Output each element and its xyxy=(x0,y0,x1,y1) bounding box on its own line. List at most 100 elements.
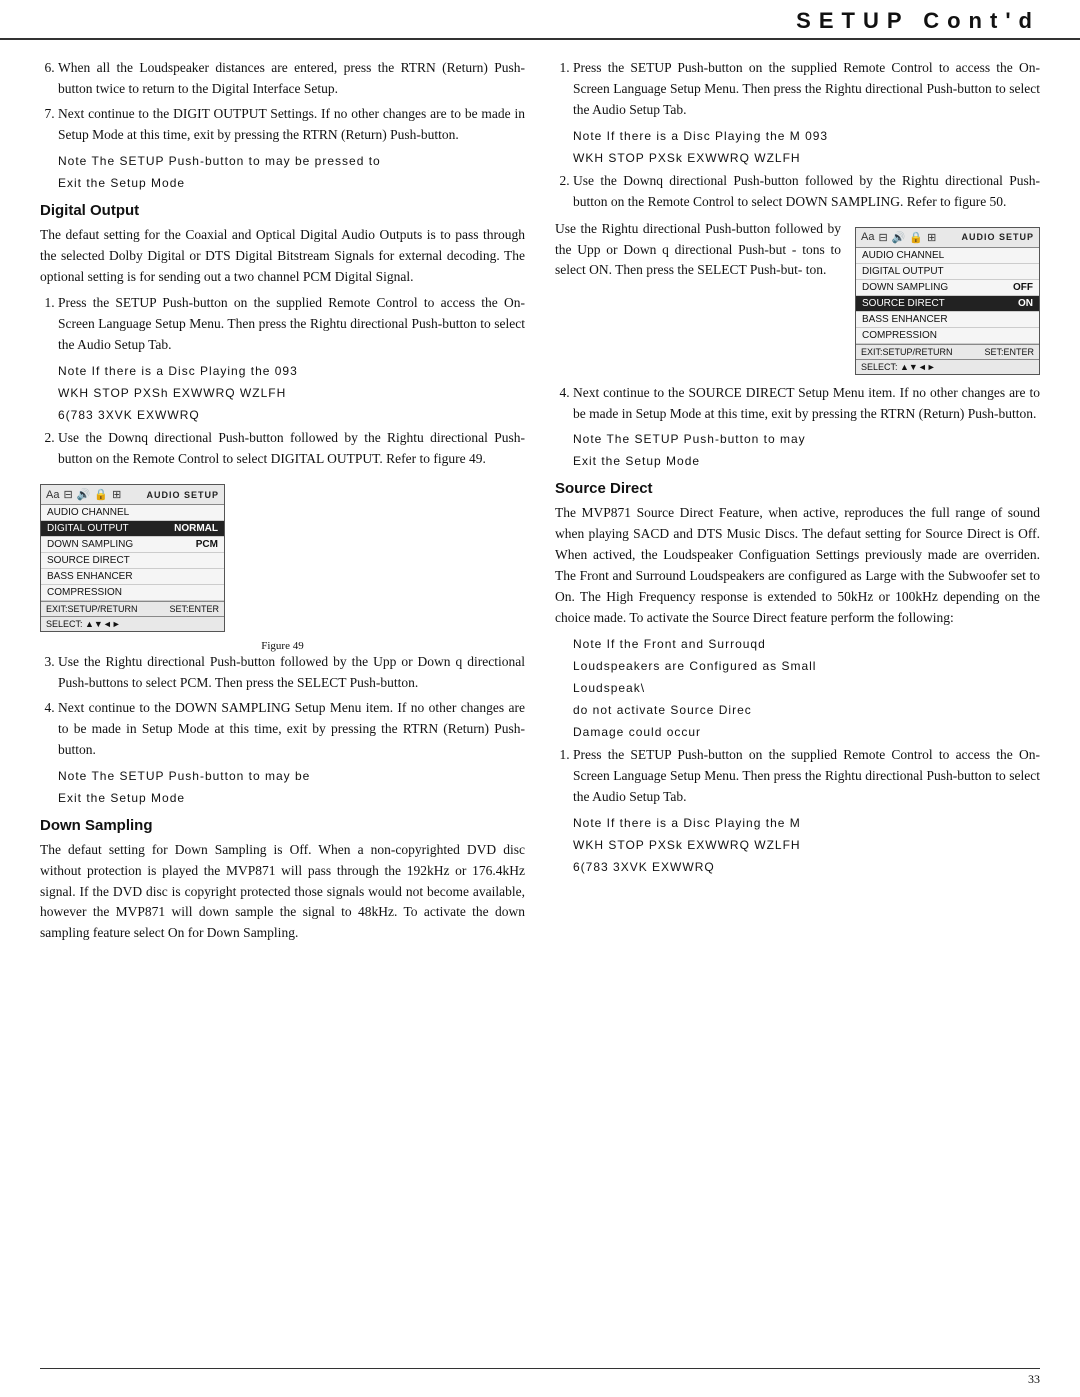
osd-right-select-label: SELECT: ▲▼◄► xyxy=(861,362,936,372)
osd-label-down-sampling: DOWN SAMPLING xyxy=(47,539,133,550)
menu-icon: ⊞ xyxy=(112,488,121,501)
note3-line-1: Note The SETUP Push-button to may be xyxy=(58,767,525,785)
osd-right-label-audio: AUDIO CHANNEL xyxy=(862,250,944,261)
note-line-2: Exit the Setup Mode xyxy=(58,174,525,192)
down-sampling-note: Use the Rightu directional Push-button f… xyxy=(555,221,841,278)
digital-steps-2: Use the Downq directional Push-button fo… xyxy=(40,428,525,470)
osd-right-row-compression: COMPRESSION xyxy=(856,328,1039,344)
intro-item-1: When all the Loudspeaker distances are e… xyxy=(58,58,525,100)
note-r2-line-1: Note The SETUP Push-button to may xyxy=(573,430,1040,448)
osd-value-digital-output: NORMAL xyxy=(174,523,218,534)
page-footer: 33 xyxy=(1028,1372,1040,1387)
osd-row-source-direct: SOURCE DIRECT xyxy=(41,553,224,569)
right-steps-2: Use the Downq directional Push-button fo… xyxy=(555,171,1040,213)
page-title: SETUP Cont'd xyxy=(796,8,1040,34)
page-header: SETUP Cont'd xyxy=(0,0,1080,40)
osd-right-row-audio-channel: AUDIO CHANNEL xyxy=(856,248,1039,264)
note-r3-line-5: Damage could occur xyxy=(573,723,1040,741)
digital-step-1: Press the SETUP Push-button on the suppl… xyxy=(58,293,525,356)
note-r3-line-3: Loudspeak\ xyxy=(573,679,1040,697)
right-steps-1: Press the SETUP Push-button on the suppl… xyxy=(555,58,1040,121)
osd-left-title: AUDIO SETUP xyxy=(146,490,219,500)
note-r4-line-3: 6(783 3XVK EXWWRQ xyxy=(573,858,1040,876)
osd-left-footer: EXIT:SETUP/RETURN SET:ENTER xyxy=(41,601,224,616)
monitor-icon-r: ⊟ xyxy=(878,231,887,244)
osd-label-digital-output: DIGITAL OUTPUT xyxy=(47,523,129,534)
note-r3-line-2: Loudspeakers are Configured as Small xyxy=(573,657,1040,675)
osd-row-audio-channel: AUDIO CHANNEL xyxy=(41,505,224,521)
source-direct-step-1: Press the SETUP Push-button on the suppl… xyxy=(573,745,1040,808)
osd-label-audio-channel: AUDIO CHANNEL xyxy=(47,507,129,518)
main-content: When all the Loudspeaker distances are e… xyxy=(0,40,1080,970)
note-block-1: Note The SETUP Push-button to may be pre… xyxy=(58,152,525,192)
osd-right-value-down: OFF xyxy=(1013,282,1033,293)
digital-step-2: Use the Downq directional Push-button fo… xyxy=(58,428,525,470)
osd-select-label: SELECT: ▲▼◄► xyxy=(46,619,121,629)
lock-icon-r: 🔒 xyxy=(909,231,923,244)
digital-steps-3: Use the Rightu directional Push-button f… xyxy=(40,652,525,761)
note-block-2: Note If there is a Disc Playing the 093 … xyxy=(58,362,525,424)
down-sampling-heading: Down Sampling xyxy=(40,817,525,834)
osd-right-row-digital-output: DIGITAL OUTPUT xyxy=(856,264,1039,280)
osd-row-compression: COMPRESSION xyxy=(41,585,224,601)
note-block-3: Note The SETUP Push-button to may be Exi… xyxy=(58,767,525,807)
osd-right-label-bass: BASS ENHANCER xyxy=(862,314,948,325)
digital-step-3: Use the Rightu directional Push-button f… xyxy=(58,652,525,694)
osd-right-title: AUDIO SETUP xyxy=(961,232,1034,242)
note3-line-2: Exit the Setup Mode xyxy=(58,789,525,807)
lock-icon: 🔒 xyxy=(94,488,108,501)
right-step-4: Next continue to the SOURCE DIRECT Setup… xyxy=(573,383,1040,425)
osd-value-down-sampling: PCM xyxy=(196,539,218,550)
note2-line-2: WKH STOP PXSh EXWWRQ WZLFH xyxy=(58,384,525,402)
footer-line xyxy=(40,1368,1040,1369)
osd-right-row-down-sampling: DOWN SAMPLING OFF xyxy=(856,280,1039,296)
osd-left-header: Aa ⊟ 🔊 🔒 ⊞ AUDIO SETUP xyxy=(41,485,224,505)
source-direct-steps: Press the SETUP Push-button on the suppl… xyxy=(555,745,1040,808)
osd-right: Aa ⊟ 🔊 🔒 ⊞ AUDIO SETUP AUDIO CHANNEL DIG… xyxy=(855,227,1040,375)
osd-right-label-down: DOWN SAMPLING xyxy=(862,282,948,293)
digital-output-heading: Digital Output xyxy=(40,202,525,219)
osd-right-label-source: SOURCE DIRECT xyxy=(862,298,945,309)
osd-right-row-bass: BASS ENHANCER xyxy=(856,312,1039,328)
digital-output-body: The defaut setting for the Coaxial and O… xyxy=(40,225,525,288)
note-r3-line-4: do not activate Source Direc xyxy=(573,701,1040,719)
osd-right-value-source: ON xyxy=(1018,298,1033,309)
figure49-caption: Figure 49 xyxy=(40,640,525,652)
osd-exit-label: EXIT:SETUP/RETURN xyxy=(46,604,138,614)
page-number: 33 xyxy=(1028,1372,1040,1386)
osd-left: Aa ⊟ 🔊 🔒 ⊞ AUDIO SETUP AUDIO CHANNEL DIG… xyxy=(40,484,225,632)
osd-left-container: Aa ⊟ 🔊 🔒 ⊞ AUDIO SETUP AUDIO CHANNEL DIG… xyxy=(40,476,525,652)
osd-row-digital-output: DIGITAL OUTPUT NORMAL xyxy=(41,521,224,537)
osd-row-bass-enhancer: BASS ENHANCER xyxy=(41,569,224,585)
note2-line-1: Note If there is a Disc Playing the 093 xyxy=(58,362,525,380)
osd-right-select: SELECT: ▲▼◄► xyxy=(856,359,1039,374)
osd-right-header: Aa ⊟ 🔊 🔒 ⊞ AUDIO SETUP xyxy=(856,228,1039,248)
osd-right-icons: Aa ⊟ 🔊 🔒 ⊞ xyxy=(861,231,936,244)
intro-item-2: Next continue to the DIGIT OUTPUT Settin… xyxy=(58,104,525,146)
right-step-1: Press the SETUP Push-button on the suppl… xyxy=(573,58,1040,121)
intro-list: When all the Loudspeaker distances are e… xyxy=(40,58,525,146)
source-direct-heading: Source Direct xyxy=(555,480,1040,497)
right-steps-4: Next continue to the SOURCE DIRECT Setup… xyxy=(555,383,1040,425)
note-block-r3: Note If the Front and Surrouqd Loudspeak… xyxy=(573,635,1040,741)
note-block-r4: Note If there is a Disc Playing the M WK… xyxy=(573,814,1040,876)
osd-label-bass-enhancer: BASS ENHANCER xyxy=(47,571,133,582)
source-direct-body: The MVP871 Source Direct Feature, when a… xyxy=(555,503,1040,629)
note-r1-line-1: Note If there is a Disc Playing the M 09… xyxy=(573,127,1040,145)
osd-left-select: SELECT: ▲▼◄► xyxy=(41,616,224,631)
menu-icon-r: ⊞ xyxy=(927,231,936,244)
down-sampling-body: The defaut setting for Down Sampling is … xyxy=(40,840,525,945)
digital-step-4: Next continue to the DOWN SAMPLING Setup… xyxy=(58,698,525,761)
note-block-r1: Note If there is a Disc Playing the M 09… xyxy=(573,127,1040,167)
speaker-icon-r: 🔊 xyxy=(892,231,906,244)
osd-right-label-compression: COMPRESSION xyxy=(862,330,937,341)
note-r2-line-2: Exit the Setup Mode xyxy=(573,452,1040,470)
osd-right-label-digital: DIGITAL OUTPUT xyxy=(862,266,944,277)
osd-label-compression: COMPRESSION xyxy=(47,587,122,598)
note-r4-line-2: WKH STOP PXSk EXWWRQ WZLFH xyxy=(573,836,1040,854)
right-column: Press the SETUP Push-button on the suppl… xyxy=(555,58,1040,950)
osd-icons: Aa ⊟ 🔊 🔒 ⊞ xyxy=(46,488,121,501)
note-r3-line-1: Note If the Front and Surrouqd xyxy=(573,635,1040,653)
osd-right-set: SET:ENTER xyxy=(984,347,1034,357)
note-block-r2: Note The SETUP Push-button to may Exit t… xyxy=(573,430,1040,470)
